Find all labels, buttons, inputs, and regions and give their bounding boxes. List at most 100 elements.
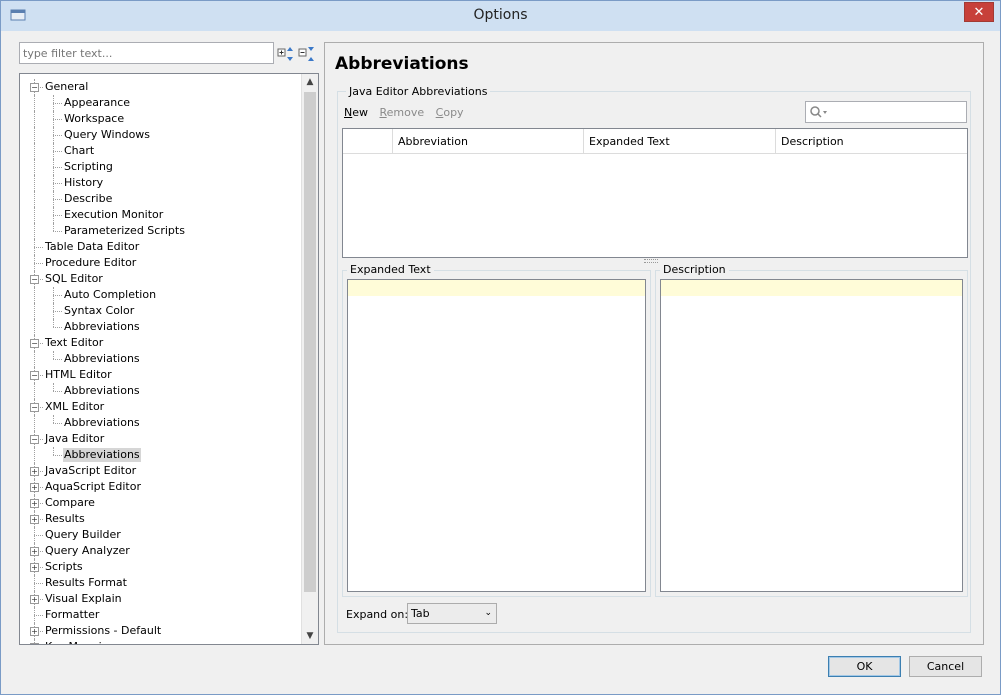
- tree-item[interactable]: Abbreviations: [20, 351, 301, 367]
- expand-icon[interactable]: +: [30, 499, 39, 508]
- tree-item[interactable]: Formatter: [20, 607, 301, 623]
- remove-button[interactable]: Remove: [380, 106, 425, 119]
- tree-item[interactable]: − HTML Editor: [20, 367, 301, 383]
- tree-item-label: HTML Editor: [45, 368, 112, 381]
- column-header-index[interactable]: [343, 129, 393, 154]
- tree-item[interactable]: Results Format: [20, 575, 301, 591]
- tree-item[interactable]: Abbreviations: [20, 383, 301, 399]
- tree-item[interactable]: Execution Monitor: [20, 207, 301, 223]
- tree-guide-line: [34, 207, 35, 223]
- expand-icon[interactable]: +: [30, 643, 39, 644]
- ok-button[interactable]: OK: [828, 656, 901, 677]
- tree-item-label: Table Data Editor: [45, 240, 140, 253]
- tree-item[interactable]: History: [20, 175, 301, 191]
- expand-icon[interactable]: +: [30, 483, 39, 492]
- tree-item[interactable]: Scripting: [20, 159, 301, 175]
- tree-guide-line: [53, 135, 62, 136]
- group-label: Java Editor Abbreviations: [346, 85, 491, 98]
- tree-item[interactable]: + JavaScript Editor: [20, 463, 301, 479]
- collapse-icon[interactable]: −: [30, 403, 39, 412]
- settings-panel: Abbreviations Java Editor Abbreviations …: [324, 42, 984, 645]
- tree-item[interactable]: Syntax Color: [20, 303, 301, 319]
- expand-on-value: Tab: [411, 607, 430, 620]
- tree-guide-line: [53, 199, 62, 200]
- tree-item[interactable]: + Key Mappings: [20, 639, 301, 644]
- tree-item-label: Parameterized Scripts: [64, 224, 185, 237]
- tree-item[interactable]: Appearance: [20, 95, 301, 111]
- column-header-abbreviation[interactable]: Abbreviation: [393, 129, 584, 154]
- tree-item[interactable]: + Results: [20, 511, 301, 527]
- tree-item[interactable]: + Compare: [20, 495, 301, 511]
- expand-icon[interactable]: +: [30, 547, 39, 556]
- column-header-expanded-text[interactable]: Expanded Text: [584, 129, 776, 154]
- tree-item[interactable]: − XML Editor: [20, 399, 301, 415]
- tree-guide-line: [53, 447, 54, 455]
- expand-icon[interactable]: +: [30, 627, 39, 636]
- tree-item-label: General: [45, 80, 89, 93]
- expand-all-icon[interactable]: [277, 45, 295, 63]
- current-line-highlight: [661, 280, 962, 296]
- abbreviations-table[interactable]: Abbreviation Expanded Text Description: [342, 128, 968, 258]
- expand-icon[interactable]: +: [30, 515, 39, 524]
- collapse-icon[interactable]: −: [30, 339, 39, 348]
- splitter-handle[interactable]: [644, 259, 658, 263]
- tree-item-label: Java Editor: [45, 432, 105, 445]
- tree-item[interactable]: Procedure Editor: [20, 255, 301, 271]
- collapse-icon[interactable]: −: [30, 435, 39, 444]
- tree-item[interactable]: Parameterized Scripts: [20, 223, 301, 239]
- filter-input[interactable]: [19, 42, 274, 64]
- tree-guide-line: [53, 167, 62, 168]
- tree-guide-line: [53, 351, 54, 359]
- copy-button[interactable]: Copy: [436, 106, 464, 119]
- new-button[interactable]: New: [344, 106, 368, 119]
- tree-scrollbar[interactable]: ▲ ▼: [301, 74, 318, 644]
- tree-item[interactable]: Abbreviations: [20, 319, 301, 335]
- expanded-text-editor[interactable]: [347, 279, 646, 592]
- tree-item[interactable]: Workspace: [20, 111, 301, 127]
- tree-item[interactable]: Query Builder: [20, 527, 301, 543]
- tree-item[interactable]: Query Windows: [20, 127, 301, 143]
- tree-item[interactable]: Describe: [20, 191, 301, 207]
- column-header-description[interactable]: Description: [776, 129, 967, 154]
- tree-item[interactable]: + AquaScript Editor: [20, 479, 301, 495]
- expand-icon[interactable]: +: [30, 467, 39, 476]
- close-button[interactable]: ✕: [964, 2, 994, 22]
- tree-item[interactable]: Auto Completion: [20, 287, 301, 303]
- expand-on-select[interactable]: Tab ⌄: [407, 603, 497, 624]
- tree-item[interactable]: − SQL Editor: [20, 271, 301, 287]
- scroll-up-arrow-icon[interactable]: ▲: [302, 74, 318, 90]
- tree-item[interactable]: Chart: [20, 143, 301, 159]
- collapse-icon[interactable]: −: [30, 371, 39, 380]
- collapse-all-icon[interactable]: [298, 45, 316, 63]
- tree-guide-line: [53, 391, 62, 392]
- tree-item-label: Formatter: [45, 608, 100, 621]
- title-bar: Options ✕: [1, 1, 1000, 31]
- search-field[interactable]: [805, 101, 967, 123]
- collapse-icon[interactable]: −: [30, 275, 39, 284]
- tree-guide-line: [34, 111, 35, 127]
- tree-item[interactable]: Abbreviations: [20, 447, 301, 463]
- tree-item[interactable]: + Scripts: [20, 559, 301, 575]
- abbreviations-toolbar: New Remove Copy: [344, 106, 472, 119]
- tree-item[interactable]: + Query Analyzer: [20, 543, 301, 559]
- tree-item[interactable]: − Text Editor: [20, 335, 301, 351]
- tree-item[interactable]: − Java Editor: [20, 431, 301, 447]
- collapse-icon[interactable]: −: [30, 83, 39, 92]
- tree-item[interactable]: + Permissions - Default: [20, 623, 301, 639]
- scroll-thumb[interactable]: [304, 92, 316, 592]
- tree-item[interactable]: Table Data Editor: [20, 239, 301, 255]
- tree-guide-line: [53, 151, 62, 152]
- tree-guide-line: [34, 127, 35, 143]
- options-tree[interactable]: − General Appearance Workspace Query Windows…: [19, 73, 319, 645]
- scroll-down-arrow-icon[interactable]: ▼: [302, 628, 318, 644]
- description-editor[interactable]: [660, 279, 963, 592]
- tree-item-label: JavaScript Editor: [45, 464, 137, 477]
- expand-icon[interactable]: +: [30, 595, 39, 604]
- tree-item[interactable]: + Visual Explain: [20, 591, 301, 607]
- tree-item[interactable]: − General: [20, 79, 301, 95]
- tree-guide-line: [34, 351, 35, 367]
- tree-guide-line: [34, 615, 43, 616]
- expand-icon[interactable]: +: [30, 563, 39, 572]
- tree-item[interactable]: Abbreviations: [20, 415, 301, 431]
- cancel-button[interactable]: Cancel: [909, 656, 982, 677]
